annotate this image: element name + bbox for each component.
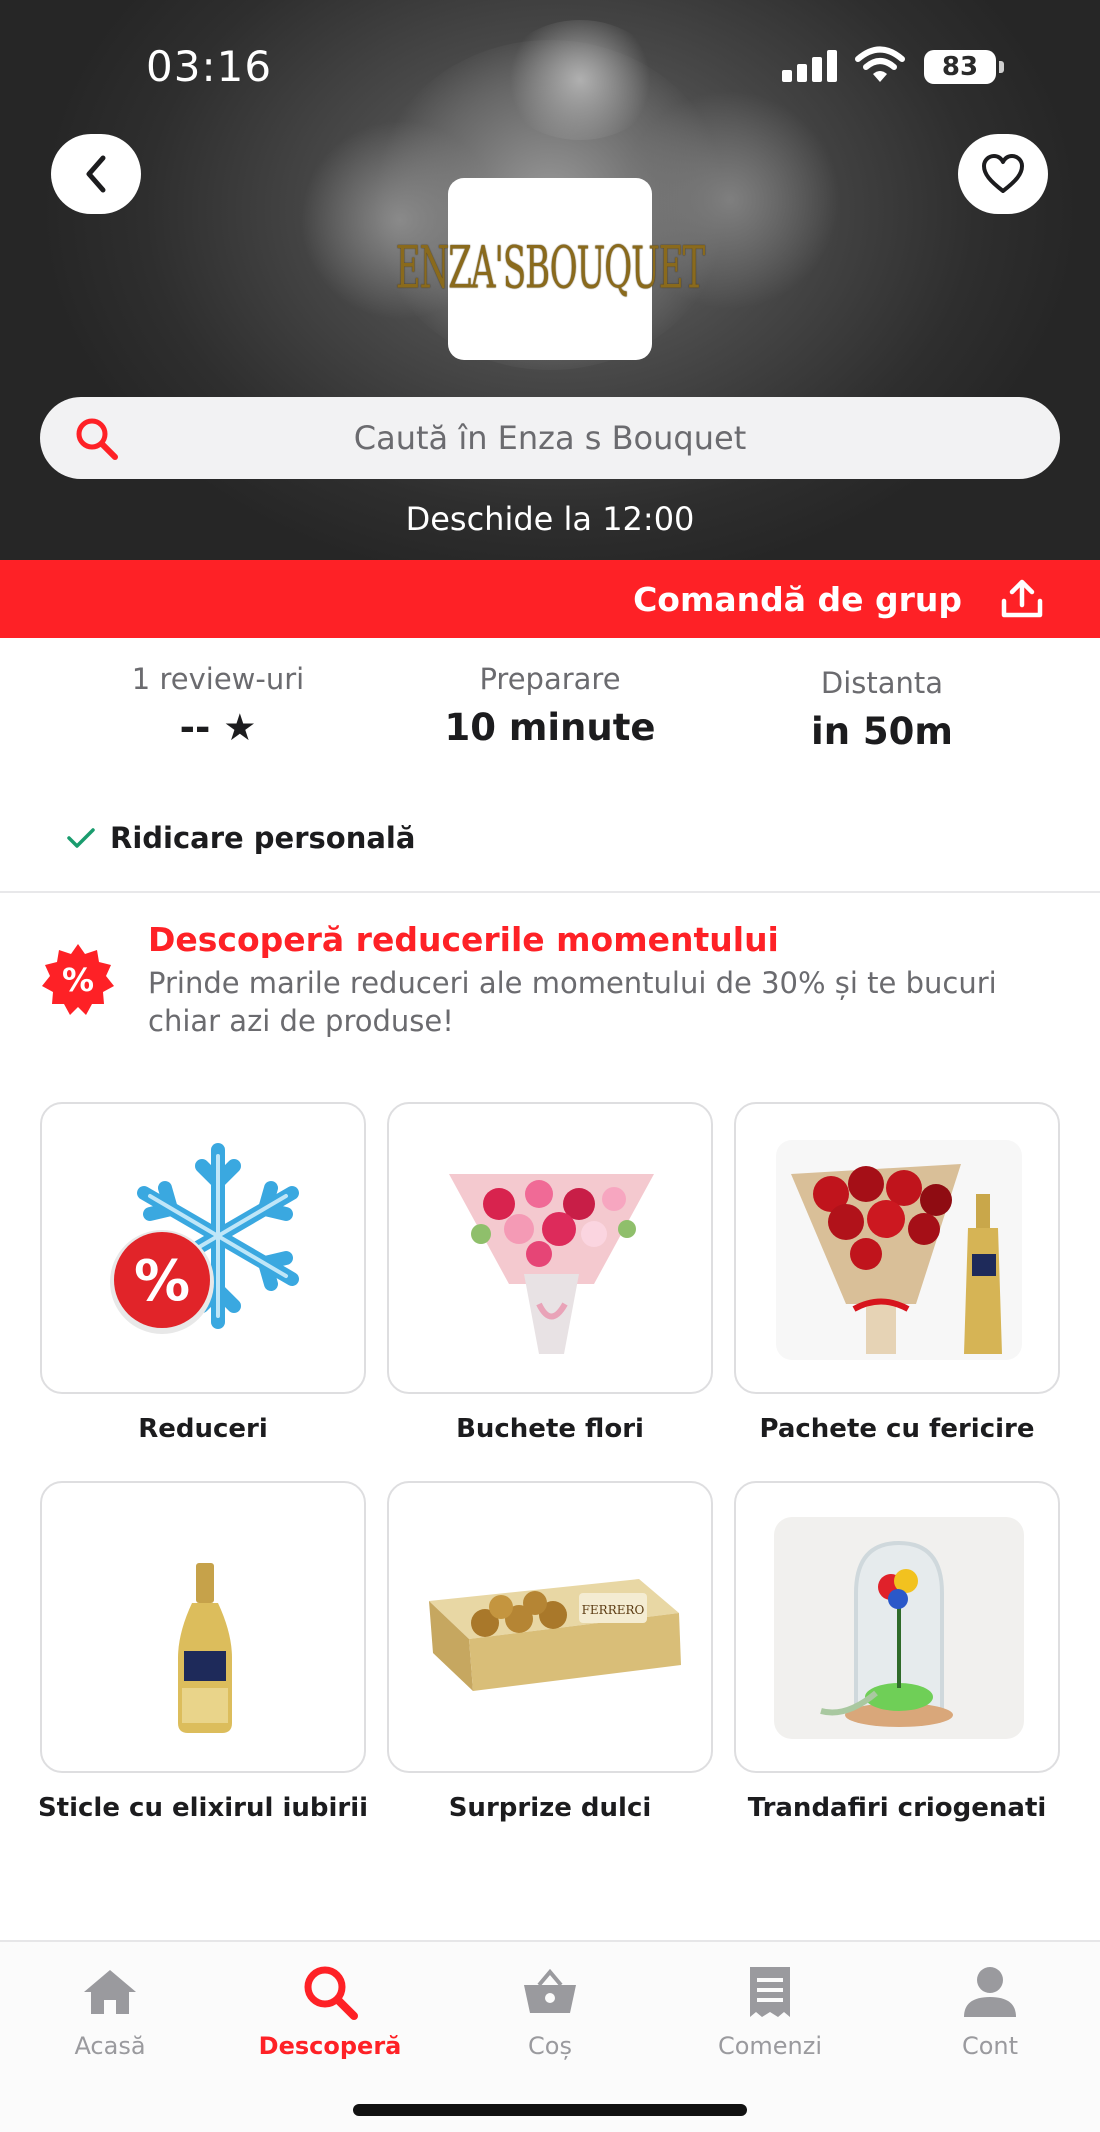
- nav-label: Acasă: [74, 2032, 146, 2060]
- favorite-button[interactable]: [958, 134, 1048, 214]
- status-bar: 03:16 83: [0, 0, 1100, 130]
- nav-label: Comenzi: [717, 2032, 823, 2060]
- category-buchete-flori[interactable]: Buchete flori: [387, 1102, 713, 1482]
- category-card: [734, 1102, 1060, 1394]
- store-logo: ENZA'SBOUQUET: [396, 178, 705, 360]
- heart-icon: [982, 154, 1024, 193]
- nav-cart[interactable]: Coș: [440, 1962, 660, 2072]
- category-surprize-dulci[interactable]: FERRERO Surprize dulci: [387, 1481, 713, 1861]
- store-logo-text: ENZA'SBOUQUET: [395, 235, 706, 303]
- discount-badge-icon: %: [42, 944, 114, 1015]
- category-card: [40, 1481, 366, 1773]
- back-button[interactable]: [51, 134, 141, 214]
- category-label: Buchete flori: [456, 1414, 644, 1444]
- category-label: Trandafiri criogenati: [747, 1793, 1047, 1823]
- promo-description: Prinde marile reduceri ale momentului de…: [148, 966, 997, 1038]
- opening-hours: Deschide la 12:00: [405, 500, 695, 538]
- preparation-stat: Preparare 10 minute: [400, 662, 700, 749]
- battery-icon: 83: [924, 50, 1004, 84]
- receipt-icon: [750, 1967, 790, 2017]
- snowflake-discount-icon: %: [110, 1143, 299, 1334]
- category-trandafiri-criogenati[interactable]: Trandafiri criogenati: [734, 1481, 1060, 1861]
- discount-promo-banner[interactable]: % Descoperă reducerile momentului Prinde…: [40, 920, 1060, 1040]
- category-label: Surprize dulci: [448, 1793, 652, 1823]
- category-card: [734, 1481, 1060, 1773]
- preparation-label: Preparare: [479, 662, 621, 696]
- distance-label: Distanta: [820, 666, 944, 700]
- home-indicator[interactable]: [353, 2104, 747, 2116]
- nav-home[interactable]: Acasă: [0, 1962, 220, 2072]
- wifi-icon: [855, 46, 905, 84]
- store-search-input[interactable]: [190, 419, 910, 457]
- share-upload-icon: [1001, 579, 1043, 618]
- home-icon: [84, 1970, 136, 2014]
- nav-label: Descoperă: [258, 2032, 402, 2060]
- search-icon: [304, 1966, 358, 2020]
- category-label: Pachete cu fericire: [759, 1414, 1035, 1444]
- bottle-image: [178, 1563, 232, 1733]
- status-time: 03:16: [146, 42, 273, 91]
- rating-value: -- ★: [179, 706, 257, 749]
- group-order-label: Comandă de grup: [633, 579, 962, 619]
- category-card: FERRERO: [387, 1481, 713, 1773]
- svg-text:FERRERO: FERRERO: [582, 1603, 645, 1617]
- roses-champagne-image: [776, 1140, 1022, 1360]
- nav-label: Coș: [528, 2032, 572, 2060]
- store-search-bar[interactable]: [40, 397, 1060, 479]
- chocolate-box-image: FERRERO: [429, 1579, 681, 1691]
- reviews-count: 1 review-uri: [131, 662, 305, 696]
- search-icon: [76, 418, 118, 460]
- pickup-label: Ridicare personală: [110, 821, 416, 855]
- cellular-signal-icon: [782, 50, 838, 82]
- preparation-value: 10 minute: [444, 706, 656, 749]
- group-order-button[interactable]: Comandă de grup: [0, 560, 1100, 638]
- category-sticle[interactable]: Sticle cu elixirul iubirii: [38, 1481, 368, 1861]
- category-card: [387, 1102, 713, 1394]
- chevron-left-icon: [86, 155, 106, 193]
- svg-text:%: %: [134, 1249, 190, 1314]
- bouquet-image: [449, 1174, 654, 1354]
- nav-label: Cont: [961, 2032, 1019, 2060]
- nav-orders[interactable]: Comenzi: [660, 1962, 880, 2072]
- category-pachete-cu-fericire[interactable]: Pachete cu fericire: [734, 1102, 1060, 1482]
- pickup-option: Ridicare personală: [66, 818, 415, 858]
- rose-dome-image: [774, 1517, 1024, 1739]
- user-icon: [964, 1967, 1016, 2017]
- nav-discover[interactable]: Descoperă: [220, 1962, 440, 2072]
- basket-icon: [524, 1968, 576, 2013]
- battery-level: 83: [941, 52, 979, 82]
- distance-value: in 50m: [811, 710, 953, 753]
- store-stats: 1 review-uri -- ★ Preparare 10 minute Di…: [0, 662, 1100, 762]
- checkmark-icon: [67, 828, 95, 848]
- store-hero: 03:16 83 ENZA'SBOUQUET Caută în Enza s B…: [0, 0, 1100, 560]
- category-card: %: [40, 1102, 366, 1394]
- promo-title: Descoperă reducerile momentului: [148, 920, 779, 959]
- distance-stat: Distanta in 50m: [732, 666, 1032, 753]
- reviews-stat[interactable]: 1 review-uri -- ★: [68, 662, 368, 749]
- nav-account[interactable]: Cont: [880, 1962, 1100, 2072]
- section-divider: [0, 891, 1100, 893]
- discount-badge-label: %: [62, 961, 94, 999]
- category-label: Reduceri: [138, 1414, 268, 1444]
- category-label: Sticle cu elixirul iubirii: [37, 1793, 369, 1823]
- category-reduceri[interactable]: % Reduceri: [40, 1102, 366, 1482]
